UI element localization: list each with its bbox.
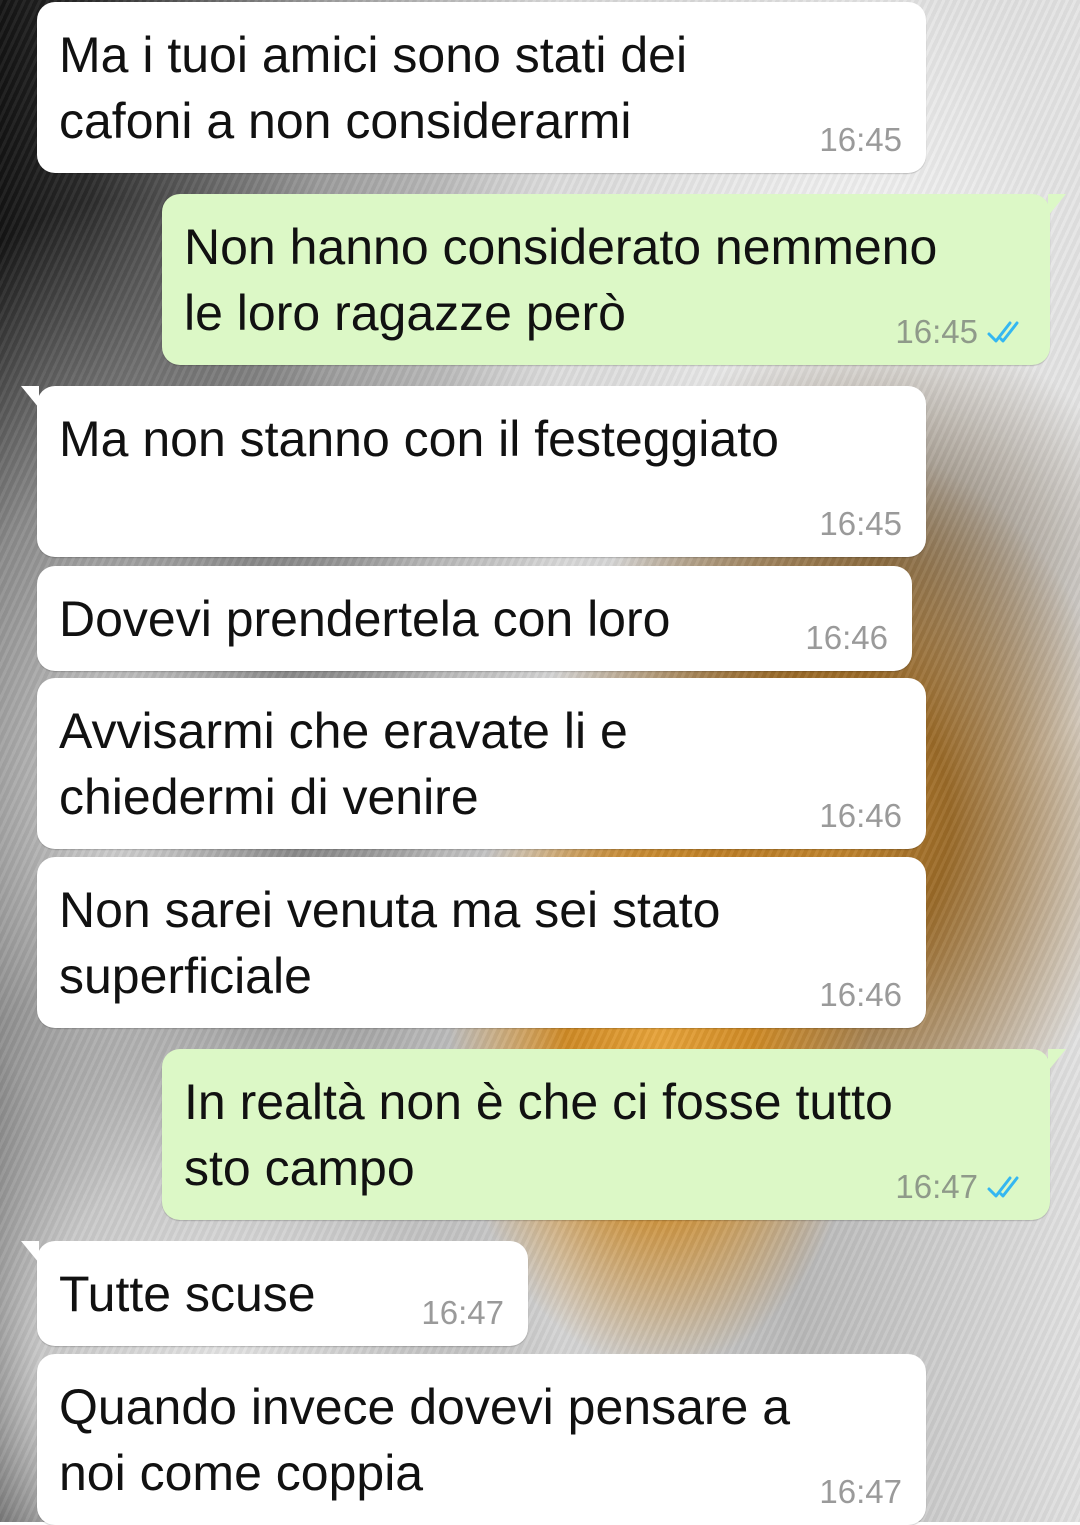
read-ticks-icon xyxy=(987,321,1019,343)
message-bubble-incoming[interactable]: Non sarei venuta ma sei stato superficia… xyxy=(37,857,926,1028)
message-time: 16:45 xyxy=(819,121,902,158)
message-bubble-incoming[interactable]: Ma non stanno con il festeggiato 16:45 xyxy=(21,386,926,557)
message-list[interactable]: Ma i tuoi amici sono stati dei cafoni a … xyxy=(0,0,1080,1525)
message-bubble-incoming[interactable]: Quando invece dovevi pensare a noi come … xyxy=(37,1354,926,1525)
message-bubble-outgoing[interactable]: Non hanno considerato nemmeno le loro ra… xyxy=(162,194,1066,365)
message-meta: 16:46 xyxy=(805,619,888,657)
message-meta: 16:45 xyxy=(819,121,902,159)
message-text: Dovevi prendertela con loro xyxy=(59,591,671,647)
message-meta: 16:47 xyxy=(819,1473,902,1511)
message-time: 16:47 xyxy=(421,1294,504,1331)
message-meta: 16:46 xyxy=(819,797,902,835)
message-text: Ma non stanno con il festeggiato xyxy=(59,411,779,467)
message-time: 16:45 xyxy=(819,505,902,542)
message-time: 16:47 xyxy=(895,1168,978,1205)
message-time: 16:47 xyxy=(819,1473,902,1510)
message-bubble-incoming[interactable]: Avvisarmi che eravate li e chiedermi di … xyxy=(37,678,926,849)
message-text: Ma i tuoi amici sono stati dei cafoni a … xyxy=(59,27,688,149)
message-meta: 16:46 xyxy=(819,976,902,1014)
message-time: 16:46 xyxy=(805,619,888,656)
message-text: Avvisarmi che eravate li e chiedermi di … xyxy=(59,703,628,825)
message-bubble-incoming[interactable]: Tutte scuse 16:47 xyxy=(21,1241,528,1346)
message-meta: 16:47 xyxy=(421,1294,504,1332)
message-time: 16:46 xyxy=(819,797,902,834)
message-bubble-incoming[interactable]: Ma i tuoi amici sono stati dei cafoni a … xyxy=(37,2,926,173)
message-bubble-outgoing[interactable]: In realtà non è che ci fosse tutto sto c… xyxy=(162,1049,1066,1220)
message-bubble-incoming[interactable]: Dovevi prendertela con loro 16:46 xyxy=(37,566,912,671)
message-meta: 16:45 xyxy=(895,313,1026,351)
message-meta: 16:47 xyxy=(895,1168,1026,1206)
message-text: Quando invece dovevi pensare a noi come … xyxy=(59,1379,791,1501)
message-meta: 16:45 xyxy=(819,505,902,543)
message-time: 16:46 xyxy=(819,976,902,1013)
read-ticks-icon xyxy=(987,1176,1019,1198)
message-time: 16:45 xyxy=(895,313,978,350)
message-text: Non sarei venuta ma sei stato superficia… xyxy=(59,882,721,1004)
